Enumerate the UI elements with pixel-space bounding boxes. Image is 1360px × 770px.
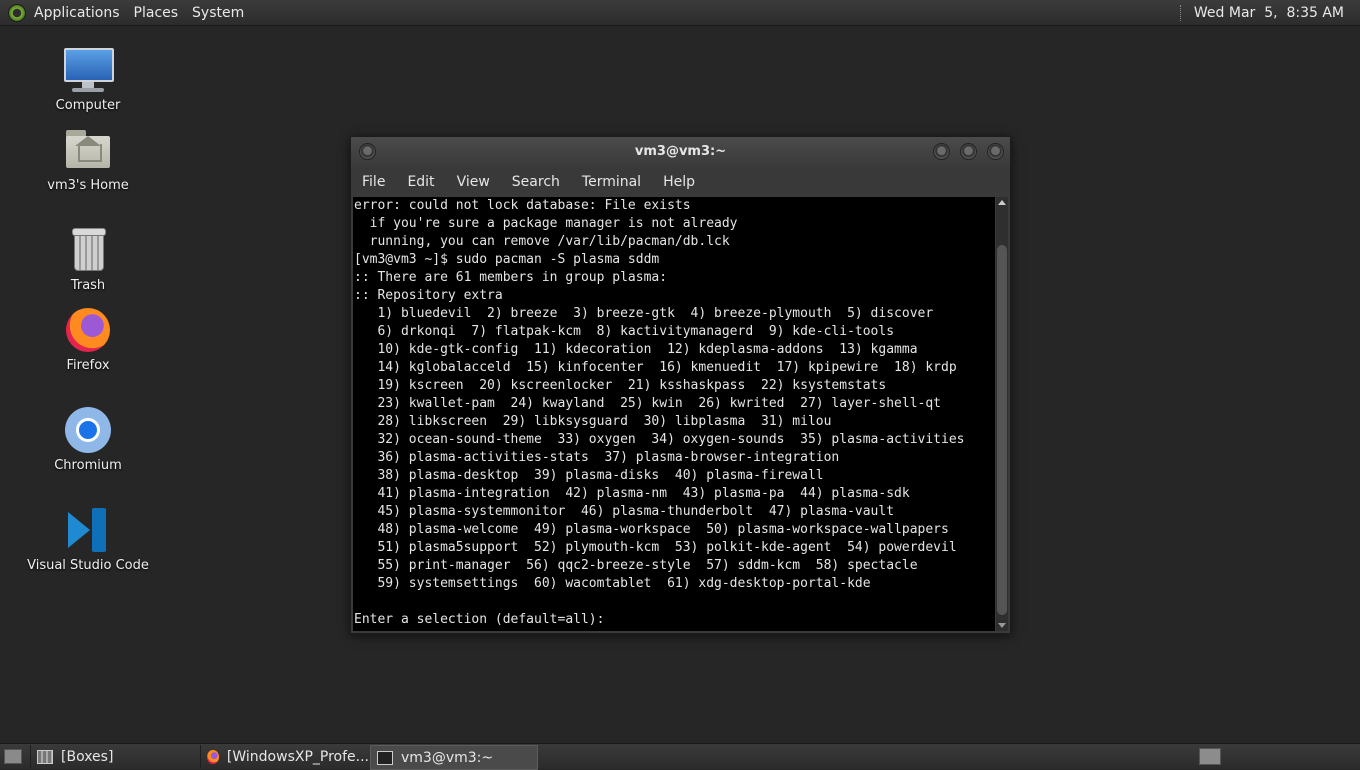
terminal-line: 51) plasma5support 52) plymouth-kcm 53) … [354,540,957,555]
desktop-icon-home[interactable]: vm3's Home [18,124,158,193]
terminal-icon [377,750,393,765]
terminal-line: 36) plasma-activities-stats 37) plasma-b… [354,450,840,465]
menu-terminal[interactable]: Terminal [571,174,652,190]
maximize-button[interactable] [960,143,977,160]
system-menu-label: System [192,4,245,21]
scrollbar-thumb[interactable] [997,245,1007,615]
scroll-up-arrow-icon[interactable] [998,200,1006,205]
task-label: vm3@vm3:~ [401,749,494,766]
terminal-line: if you're sure a package manager is not … [354,216,738,231]
terminal-line: 1) bluedevil 2) breeze 3) breeze-gtk 4) … [354,306,934,321]
terminal-line: 32) ocean-sound-theme 33) oxygen 34) oxy… [354,432,965,447]
minimize-button[interactable] [933,143,950,160]
home-folder-icon [62,124,114,176]
terminal-line: 23) kwallet-pam 24) kwayland 25) kwin 26… [354,396,941,411]
top-menus: Applications Places System [8,0,258,25]
task-label: [Boxes] [61,748,114,765]
top-panel-right: Wed Mar 5, 8:35 AM [1179,0,1344,25]
window-title: vm3@vm3:~ [634,144,727,159]
desktop-icon-trash[interactable]: Trash [18,224,158,293]
desktop-icon-computer[interactable]: Computer [18,44,158,113]
desktop-icon-chromium[interactable]: Chromium [18,404,158,473]
taskbar-item-windowsxp[interactable]: [WindowsXP_Profe... [200,745,369,768]
desktop-icon-label: Trash [70,278,106,293]
desktop-icon-label: vm3's Home [47,178,129,193]
distro-logo-icon [8,3,26,22]
chromium-icon [62,404,114,456]
window-menubar: File Edit View Search Terminal Help [351,168,1010,196]
terminal-line: 59) systemsettings 60) wacomtablet 61) x… [354,576,871,591]
terminal-window[interactable]: vm3@vm3:~ File Edit View Search Terminal… [350,136,1011,634]
bottom-panel: [Boxes] [WindowsXP_Profe... vm3@vm3:~ [0,743,1360,770]
terminal-scrollbar[interactable] [996,197,1008,631]
terminal-line: 28) libkscreen 29) libksysguard 30) libp… [354,414,832,429]
menu-edit[interactable]: Edit [396,174,445,190]
terminal-line: 6) drkonqi 7) flatpak-kcm 8) kactivityma… [354,324,895,339]
top-panel: Applications Places System Wed Mar 5, 8:… [0,0,1360,26]
desktop-icon-vscode[interactable]: Visual Studio Code [18,504,158,573]
workspace-switcher[interactable] [1199,748,1221,765]
terminal-line: 19) kscreen 20) kscreenlocker 21) ksshas… [354,378,887,393]
firefox-icon [62,304,114,356]
terminal-output[interactable]: error: could not lock database: File exi… [353,197,995,631]
menu-help[interactable]: Help [652,174,706,190]
terminal-line: error: could not lock database: File exi… [354,198,691,213]
computer-icon [62,44,114,96]
terminal-line: Enter a selection (default=all): [354,612,613,627]
terminal-line: 45) plasma-systemmonitor 46) plasma-thun… [354,504,895,519]
menu-file[interactable]: File [351,174,396,190]
taskbar-item-boxes[interactable]: [Boxes] [30,745,201,768]
applications-menu[interactable]: Applications [8,3,120,22]
terminal-line: :: Repository extra [354,288,503,303]
task-label: [WindowsXP_Profe... [226,748,369,765]
places-menu[interactable]: Places [134,5,179,21]
scroll-down-arrow-icon[interactable] [998,623,1006,628]
desktop-icon-label: Computer [55,98,121,113]
show-desktop-icon[interactable] [4,749,22,764]
taskbar-item-terminal[interactable]: vm3@vm3:~ [370,745,538,770]
firefox-icon [207,749,219,764]
menu-search[interactable]: Search [501,174,571,190]
terminal-line: 55) print-manager 56) qqc2-breeze-style … [354,558,918,573]
applications-menu-label: Applications [34,4,120,21]
terminal-line: 41) plasma-integration 42) plasma-nm 43)… [354,486,910,501]
trash-icon [62,224,114,276]
terminal-line: 14) kglobalacceld 15) kinfocenter 16) km… [354,360,957,375]
terminal-line: [vm3@vm3 ~]$ sudo pacman -S plasma sddm [354,252,660,267]
close-button[interactable] [987,143,1004,160]
desktop-icon-label: Firefox [66,358,110,373]
panel-handle[interactable] [1179,4,1184,21]
places-menu-label: Places [133,4,179,21]
menu-view[interactable]: View [446,174,501,190]
system-menu[interactable]: System [192,5,244,21]
desktop-icon-firefox[interactable]: Firefox [18,304,158,373]
vscode-icon [62,504,114,556]
boxes-icon [37,749,53,764]
terminal-line: :: There are 61 members in group plasma: [354,270,668,285]
terminal-line: 48) plasma-welcome 49) plasma-workspace … [354,522,949,537]
terminal-line: 10) kde-gtk-config 11) kdecoration 12) k… [354,342,918,357]
window-titlebar[interactable]: vm3@vm3:~ [351,137,1010,167]
terminal-line: 38) plasma-desktop 39) plasma-disks 40) … [354,468,824,483]
clock[interactable]: Wed Mar 5, 8:35 AM [1194,5,1344,21]
desktop-icon-label: Chromium [54,458,122,473]
desktop-icon-label: Visual Studio Code [27,558,149,573]
terminal-line: running, you can remove /var/lib/pacman/… [354,234,730,249]
